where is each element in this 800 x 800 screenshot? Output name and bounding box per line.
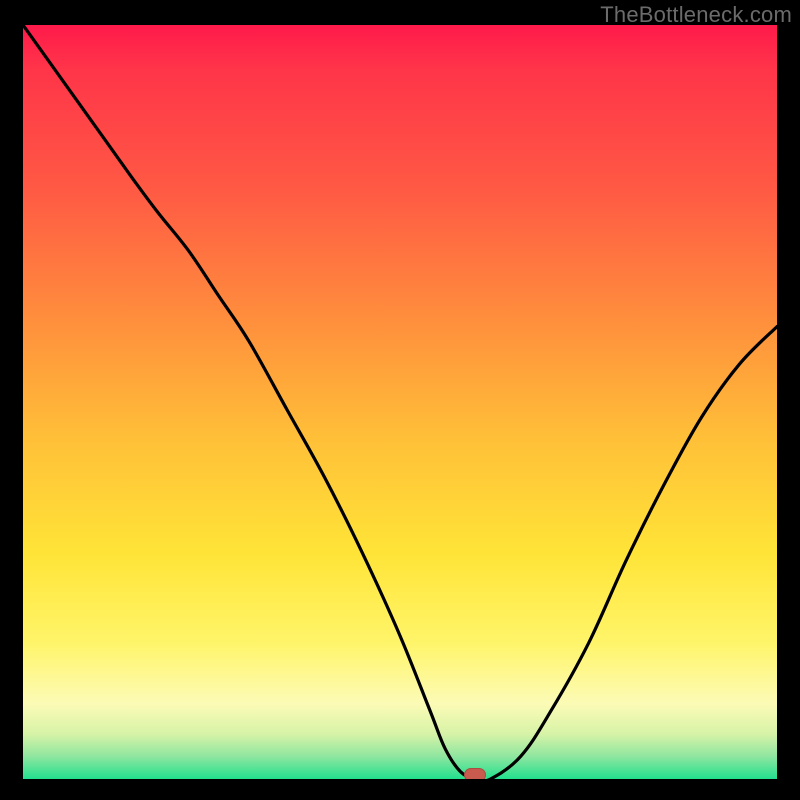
curve-path [23, 25, 777, 779]
plot-area [23, 25, 777, 779]
minimum-marker [464, 768, 486, 779]
watermark-text: TheBottleneck.com [600, 2, 792, 28]
bottleneck-curve [23, 25, 777, 779]
chart-frame: TheBottleneck.com [0, 0, 800, 800]
